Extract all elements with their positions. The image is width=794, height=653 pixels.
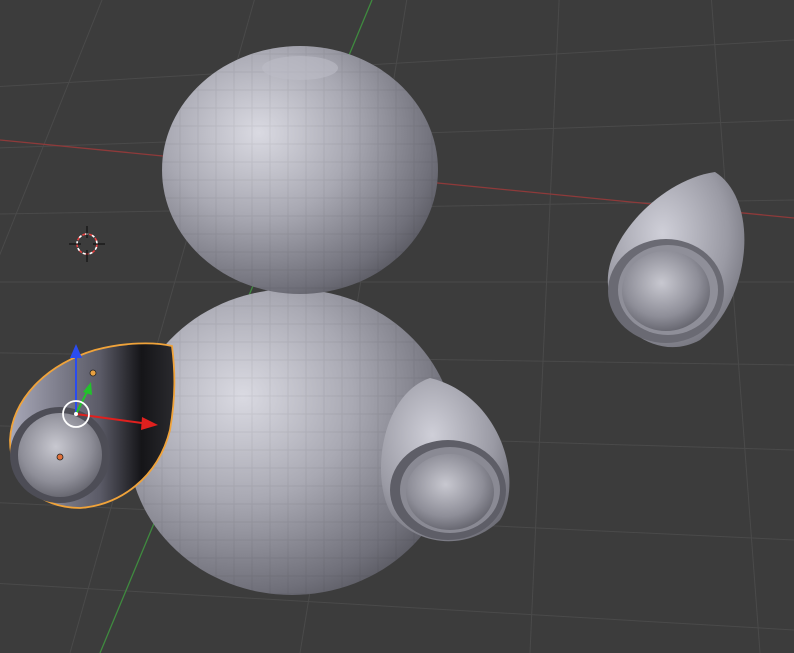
gizmo-z-arrowhead[interactable] [70,344,82,358]
origin-point-orange [89,369,97,377]
3d-cursor[interactable] [69,226,105,262]
origin-point-red [56,453,64,461]
head-sphere[interactable] [162,46,438,294]
ear-right-shell[interactable] [607,172,745,348]
ear-middle-shell[interactable] [380,378,510,542]
gizmo-origin-dot [74,412,78,416]
3d-viewport[interactable] [0,0,794,653]
viewport-canvas[interactable] [0,0,794,653]
